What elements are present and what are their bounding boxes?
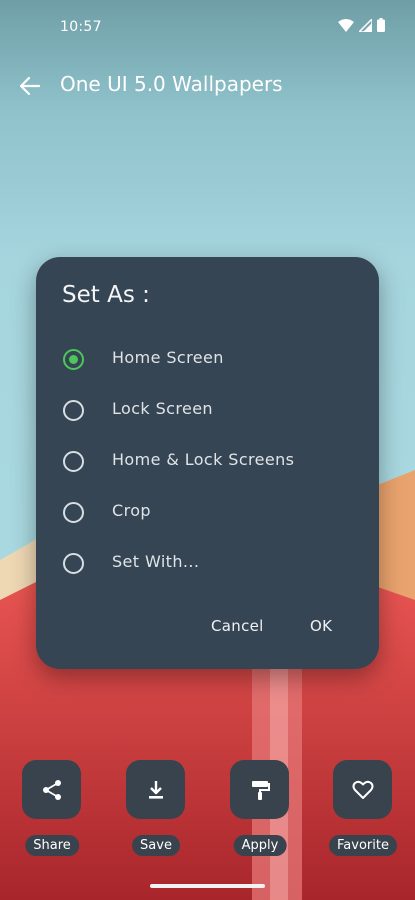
- dialog-title: Set As :: [62, 282, 150, 308]
- option-home-screen[interactable]: Home Screen: [36, 338, 379, 382]
- share-button[interactable]: [22, 760, 81, 819]
- cancel-button[interactable]: Cancel: [211, 617, 264, 635]
- apply-label: Apply: [233, 835, 287, 856]
- option-label: Home Screen: [112, 348, 224, 367]
- favorite-action[interactable]: Favorite: [323, 760, 403, 860]
- action-bar: Share Save Apply Favorite: [0, 760, 415, 860]
- set-as-dialog: Set As : Home Screen Lock Screen Home & …: [36, 257, 379, 669]
- option-home-and-lock-screens[interactable]: Home & Lock Screens: [36, 440, 379, 484]
- option-label: Set With...: [112, 552, 200, 571]
- radio-button[interactable]: [63, 553, 84, 574]
- apply-button[interactable]: [230, 760, 289, 819]
- share-label: Share: [25, 835, 79, 856]
- share-action[interactable]: Share: [12, 760, 92, 860]
- ok-button[interactable]: OK: [310, 617, 332, 635]
- status-time: 10:57: [60, 19, 102, 35]
- page-title: One UI 5.0 Wallpapers: [60, 72, 283, 96]
- app-bar: One UI 5.0 Wallpapers: [0, 62, 415, 110]
- share-icon: [42, 779, 61, 800]
- signal-icon: [359, 18, 372, 32]
- download-icon: [148, 780, 163, 799]
- save-label: Save: [132, 835, 180, 856]
- favorite-button[interactable]: [333, 760, 392, 819]
- option-lock-screen[interactable]: Lock Screen: [36, 389, 379, 433]
- save-action[interactable]: Save: [116, 760, 196, 860]
- option-label: Lock Screen: [112, 399, 213, 418]
- battery-icon: [377, 18, 385, 32]
- heart-icon: [352, 780, 373, 799]
- option-set-with[interactable]: Set With...: [36, 542, 379, 586]
- status-bar: 10:57: [0, 0, 415, 56]
- radio-button[interactable]: [63, 502, 84, 523]
- paint-roller-icon: [251, 780, 270, 800]
- favorite-label: Favorite: [329, 835, 397, 856]
- option-label: Crop: [112, 501, 151, 520]
- radio-button[interactable]: [63, 400, 84, 421]
- save-button[interactable]: [126, 760, 185, 819]
- radio-button-checked[interactable]: [63, 349, 84, 370]
- option-label: Home & Lock Screens: [112, 450, 295, 469]
- radio-button[interactable]: [63, 451, 84, 472]
- apply-action[interactable]: Apply: [220, 760, 300, 860]
- home-indicator[interactable]: [150, 884, 265, 888]
- back-button[interactable]: [14, 70, 46, 102]
- arrow-back-icon: [20, 77, 40, 95]
- option-crop[interactable]: Crop: [36, 491, 379, 535]
- wifi-icon: [338, 18, 354, 32]
- status-icons: [338, 18, 385, 32]
